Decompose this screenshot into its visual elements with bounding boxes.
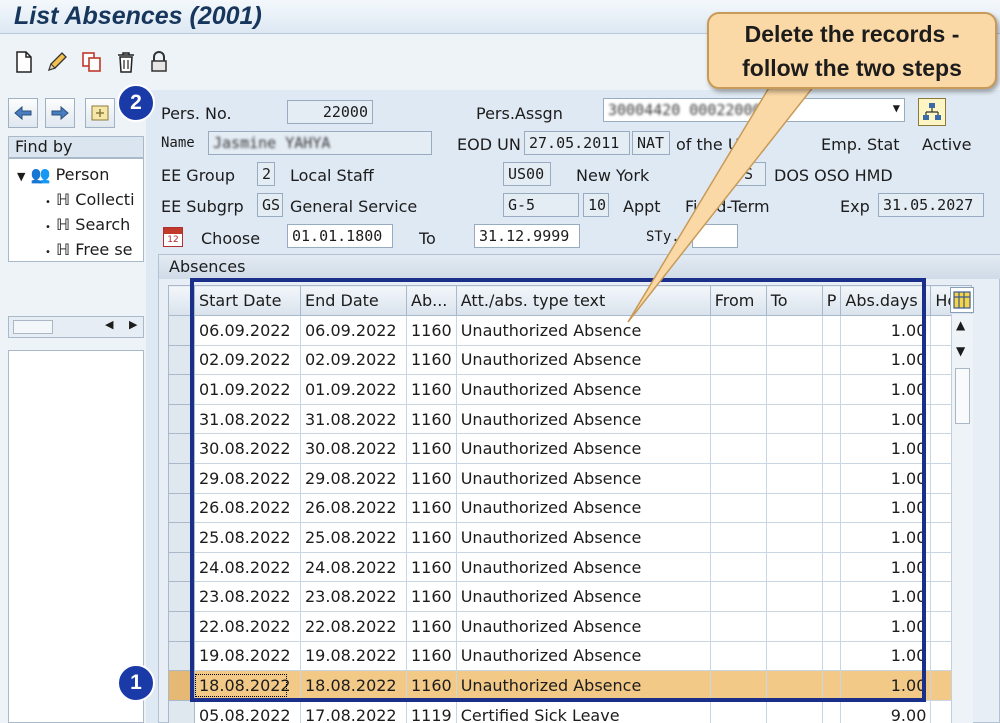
step-1-marker: 1 [117, 664, 155, 702]
callout-line-2: follow the two steps [742, 55, 962, 81]
callout-line-1: Delete the records - [744, 21, 960, 47]
instruction-callout: Delete the records - follow the two step… [707, 12, 997, 89]
step-2-marker: 2 [117, 84, 155, 122]
